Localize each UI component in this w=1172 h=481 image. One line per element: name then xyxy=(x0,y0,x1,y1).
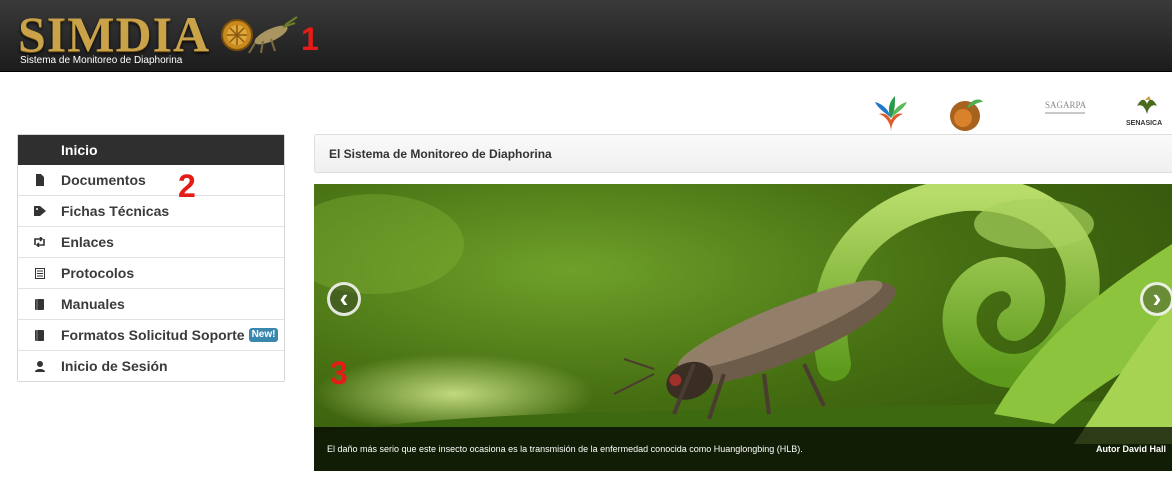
sagarpa-underline xyxy=(1045,112,1085,114)
senasica-label: SENASICA xyxy=(1126,120,1163,127)
annotation-marker-1: 1 xyxy=(301,21,319,57)
logo-subtitle: Sistema de Monitoreo de Diaphorina xyxy=(20,55,183,66)
image-carousel[interactable]: ‹ › El daño más serio que este insecto o… xyxy=(314,184,1172,471)
sidebar-item-label: Manuales xyxy=(61,296,125,312)
partner-logo-senasica: SENASICA xyxy=(1125,94,1172,134)
sidebar-item-label: Inicio xyxy=(61,141,98,158)
partner-logo-plant-icon xyxy=(875,96,907,132)
book-icon xyxy=(18,298,61,310)
list-alt-icon xyxy=(18,267,61,279)
annotation-marker-2: 2 xyxy=(178,168,196,204)
sidebar-item-manuales[interactable]: Manuales xyxy=(18,289,284,320)
top-navbar: SIMDIA Sistema de Monitoreo de Diaphorin… xyxy=(0,0,1172,72)
tag-icon xyxy=(18,206,61,216)
sidebar-item-inicio[interactable]: Inicio xyxy=(18,135,284,165)
sidebar-item-inicio-de-sesion[interactable]: Inicio de Sesión xyxy=(18,351,284,381)
carousel-caption: El daño más serio que este insecto ocasi… xyxy=(314,427,1172,471)
sidebar-item-label: Protocolos xyxy=(61,265,135,281)
carousel-next-button[interactable]: › xyxy=(1140,282,1172,316)
retweet-icon xyxy=(18,237,61,247)
sidebar-item-formatos-solicitud-soporte[interactable]: Formatos Solicitud Soporte New! xyxy=(18,320,284,351)
sidebar-item-fichas-tecnicas[interactable]: Fichas Técnicas xyxy=(18,196,284,227)
simdia-logo[interactable]: SIMDIA Sistema de Monitoreo de Diaphorin… xyxy=(16,6,306,70)
sagarpa-label: SAGARPA xyxy=(1045,100,1087,110)
file-icon xyxy=(18,174,61,186)
caption-author: Autor David Hall xyxy=(1095,444,1166,454)
caption-text: El daño más serio que este insecto ocasi… xyxy=(327,444,803,454)
book-icon xyxy=(18,329,61,341)
sidebar-item-label: Fichas Técnicas xyxy=(61,203,170,219)
page-title: El Sistema de Monitoreo de Diaphorina xyxy=(329,147,552,161)
sidebar-item-documentos[interactable]: Documentos xyxy=(18,165,284,196)
new-badge: New! xyxy=(248,328,279,342)
partner-logo-leaf-icon xyxy=(950,99,983,131)
user-icon xyxy=(18,360,61,372)
senasica-emblem-icon xyxy=(1137,96,1157,114)
content-panel-header: El Sistema de Monitoreo de Diaphorina xyxy=(314,134,1172,173)
sidebar-item-enlaces[interactable]: Enlaces xyxy=(18,227,284,258)
carousel-prev-button[interactable]: ‹ xyxy=(327,282,361,316)
logo-wordmark: SIMDIA xyxy=(18,6,211,62)
citrus-insect-icon xyxy=(221,16,298,54)
sidebar-item-protocolos[interactable]: Protocolos xyxy=(18,258,284,289)
annotation-marker-3: 3 xyxy=(330,355,348,391)
sidebar-item-label: Formatos Solicitud Soporte xyxy=(61,327,245,343)
sidebar-item-label: Documentos xyxy=(61,172,146,188)
sidebar-nav: Inicio Documentos Fichas Técnicas Enlace… xyxy=(17,134,285,382)
sidebar-item-label: Enlaces xyxy=(61,234,114,250)
sidebar-item-label: Inicio de Sesión xyxy=(61,358,168,374)
